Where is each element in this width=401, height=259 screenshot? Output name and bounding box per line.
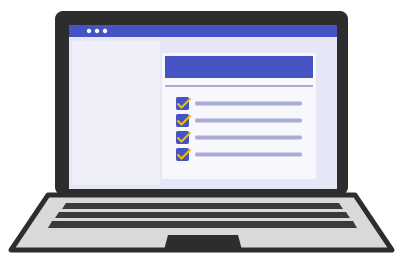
keyboard-keys: [48, 203, 357, 228]
key-row: [48, 221, 357, 228]
laptop-illustration: [8, 11, 395, 253]
checklist-line: [195, 152, 302, 157]
window-dot: [94, 28, 100, 34]
card-header: [165, 56, 313, 78]
trackpad: [164, 235, 242, 250]
checklist-line: [195, 101, 302, 106]
key-row: [62, 203, 343, 209]
checklist-line: [195, 135, 302, 140]
window-dots: [86, 28, 108, 34]
sidebar-panel: [72, 41, 160, 185]
window-title-bar: [69, 25, 337, 37]
window-dot: [86, 28, 92, 34]
window-dot: [102, 28, 108, 34]
key-row: [55, 212, 350, 218]
checklist-line: [195, 118, 302, 123]
